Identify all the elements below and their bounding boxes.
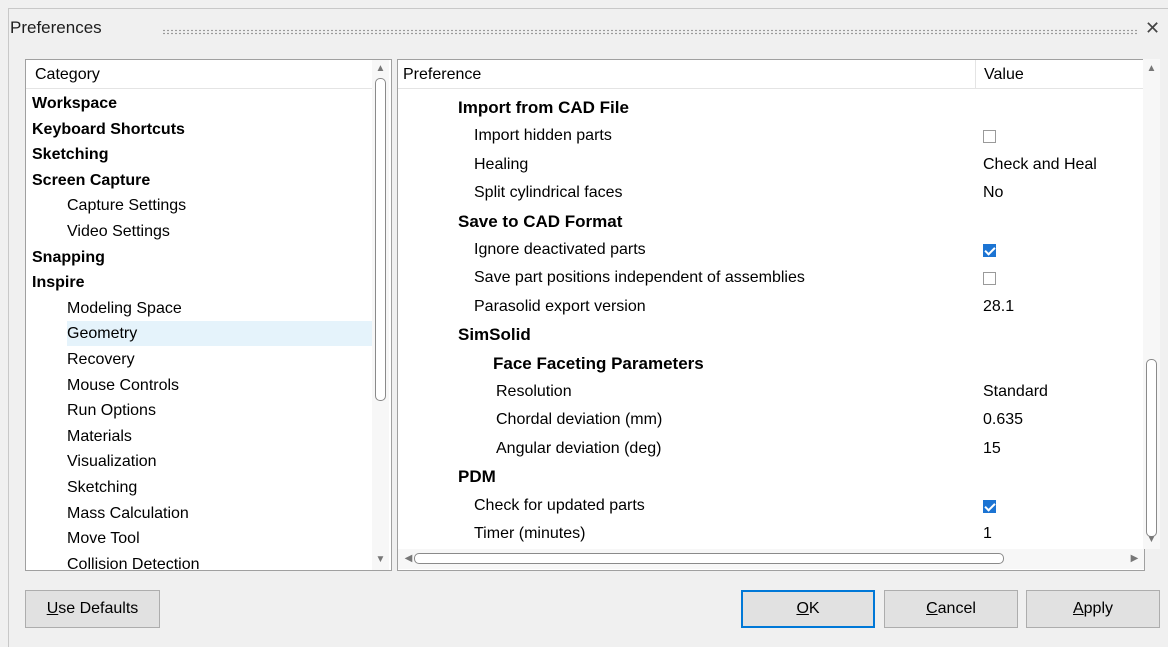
preference-row[interactable]: Healing Check and Heal (398, 151, 1144, 179)
category-item[interactable]: Geometry (67, 321, 373, 347)
value-column-header[interactable]: Value (984, 66, 1024, 84)
cancel-button[interactable]: Cancel (884, 590, 1018, 628)
preference-vscroll-thumb[interactable] (1146, 359, 1157, 537)
category-item[interactable]: Capture Settings (67, 193, 186, 218)
preference-label: Angular deviation (deg) (496, 439, 662, 457)
preference-label: Split cylindrical faces (474, 184, 623, 202)
preference-hscrollbar[interactable]: ◀ ▶ (398, 549, 1144, 569)
use-defaults-button[interactable]: Use Defaults (25, 590, 160, 628)
preference-checkbox[interactable] (983, 272, 996, 286)
preference-row[interactable]: Ignore deactivated parts (398, 236, 1144, 264)
preference-row[interactable]: Angular deviation (deg) 15 (398, 435, 1144, 463)
preference-row[interactable]: Import hidden parts (398, 122, 1144, 150)
preference-column-header[interactable]: Preference (403, 66, 481, 84)
category-item[interactable]: Screen Capture (32, 168, 150, 193)
preference-vscrollbar[interactable]: ▲ ▼ (1143, 59, 1160, 549)
preference-label: Chordal deviation (mm) (496, 411, 663, 429)
category-item[interactable]: Materials (67, 424, 132, 449)
window-title: Preferences (10, 18, 102, 37)
close-icon[interactable]: ✕ (1145, 18, 1160, 38)
category-item[interactable]: Workspace (32, 91, 117, 116)
apply-button[interactable]: Apply (1026, 590, 1160, 628)
preference-row[interactable]: Check for updated parts (398, 492, 1144, 520)
category-item[interactable]: Snapping (32, 245, 105, 270)
category-item[interactable]: Inspire (32, 270, 84, 295)
category-item[interactable]: Keyboard Shortcuts (32, 117, 185, 142)
category-header-label: Category (35, 66, 100, 83)
category-item[interactable]: Video Settings (67, 219, 170, 244)
title-drag-grip[interactable] (162, 29, 1137, 35)
preference-row[interactable]: Timer (minutes) 1 (398, 520, 1144, 548)
category-item[interactable]: Run Options (67, 398, 156, 423)
preference-row[interactable]: Split cylindrical faces No (398, 179, 1144, 207)
category-item[interactable]: Sketching (67, 475, 137, 500)
scroll-right-icon[interactable]: ▶ (1126, 553, 1143, 564)
preference-header: Preference Value (398, 60, 1144, 89)
preference-label: Healing (474, 155, 529, 173)
preference-label: Check for updated parts (474, 496, 645, 514)
preference-label: Import hidden parts (474, 127, 612, 145)
preference-row[interactable]: Save part positions independent of assem… (398, 264, 1144, 292)
category-item[interactable]: Visualization (67, 449, 157, 474)
preference-checkbox[interactable] (983, 244, 996, 257)
category-scrollbar[interactable]: ▲ ▼ (372, 60, 389, 570)
preference-label: Timer (minutes) (474, 525, 586, 542)
category-tree: Category Workspace Keyboard Shortcuts Sket… (25, 59, 392, 571)
preference-value[interactable]: Standard (983, 383, 1048, 401)
group-label: Import from CAD File (458, 98, 629, 117)
preference-value[interactable]: 0.635 (983, 411, 1023, 429)
preference-value[interactable]: Check and Heal (983, 156, 1097, 174)
category-item[interactable]: Recovery (67, 347, 135, 372)
group-label: Face Faceting Parameters (493, 353, 704, 373)
preference-row[interactable]: Parasolid export version 28.1 (398, 293, 1144, 321)
preference-group-row: Import from CAD File (398, 94, 1144, 122)
preference-label: Save part positions independent of assem… (474, 269, 805, 287)
preference-checkbox[interactable] (983, 130, 996, 144)
preference-label: Parasolid export version (474, 297, 646, 315)
preference-value[interactable]: 15 (983, 440, 1001, 458)
scroll-down-icon[interactable]: ▼ (372, 554, 389, 565)
preference-label: Ignore deactivated parts (474, 241, 646, 258)
preference-row[interactable]: Chordal deviation (mm) 0.635 (398, 406, 1144, 434)
column-divider[interactable] (975, 60, 976, 88)
preference-grid: Preference Value Import from CAD File Imp… (397, 59, 1145, 571)
category-header: Category (26, 60, 372, 89)
preference-group-row: Save to CAD Format (398, 208, 1144, 236)
group-label: PDM (458, 467, 496, 487)
preference-value[interactable]: 1 (983, 525, 992, 543)
preference-group-row: SimSolid (398, 321, 1144, 349)
category-item[interactable]: Modeling Space (67, 296, 182, 321)
group-label: SimSolid (458, 325, 531, 345)
category-item[interactable]: Move Tool (67, 526, 140, 551)
ok-button[interactable]: OK (741, 590, 875, 628)
preference-checkbox[interactable] (983, 499, 996, 513)
preference-label: Resolution (496, 383, 572, 400)
category-item[interactable]: Collision Detection (67, 552, 200, 570)
category-item[interactable]: Mouse Controls (67, 373, 179, 398)
category-item[interactable]: Mass Calculation (67, 501, 189, 526)
scroll-down-icon[interactable]: ▼ (1143, 534, 1160, 545)
preference-row[interactable]: Resolution Standard (398, 378, 1144, 406)
preference-group-row: Face Faceting Parameters (398, 350, 1144, 378)
category-scroll-thumb[interactable] (375, 78, 386, 401)
group-label: Save to CAD Format (458, 211, 623, 231)
preference-hscroll-thumb[interactable] (414, 553, 1004, 564)
category-item[interactable]: Sketching (32, 142, 108, 167)
preference-group-row: PDM (398, 463, 1144, 491)
preference-value[interactable]: No (983, 184, 1003, 202)
scroll-up-icon[interactable]: ▲ (1143, 63, 1160, 74)
preference-value[interactable]: 28.1 (983, 298, 1014, 316)
scroll-up-icon[interactable]: ▲ (372, 63, 389, 74)
